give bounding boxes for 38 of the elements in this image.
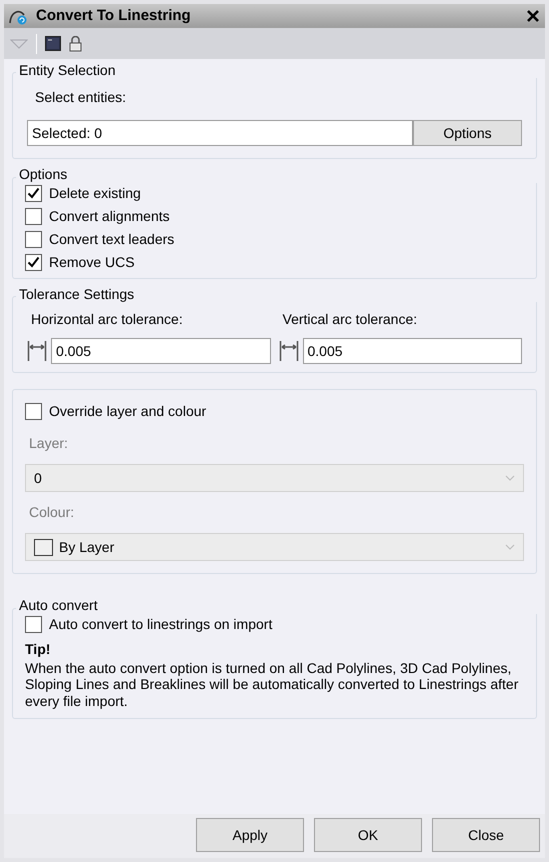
- group-label: Options: [16, 167, 537, 183]
- caret-icon: [505, 475, 515, 482]
- checkbox[interactable]: [25, 230, 42, 248]
- field-label: Horizontal arc tolerance:: [31, 310, 184, 330]
- checkbox-label: Delete existing: [49, 184, 141, 203]
- tip-title: Tip!: [25, 640, 52, 659]
- options-button[interactable]: Options: [413, 120, 522, 146]
- dialog-button[interactable]: Apply: [196, 818, 304, 852]
- checkbox-label: Convert alignments: [49, 206, 170, 226]
- width-icon: [27, 339, 47, 364]
- selection-field[interactable]: Selected: 0: [27, 120, 413, 146]
- tip-text: When the auto convert option is turned on all Cad Polylines, 3D Cad Polylines, Sloping Lines and Breaklines will be automatically converted to Linestrings after every file import.: [25, 660, 520, 710]
- field-label: Layer:: [29, 434, 69, 454]
- width-icon: [278, 339, 298, 364]
- checkbox[interactable]: [25, 254, 42, 271]
- tolerance-field[interactable]: 0.005: [302, 338, 522, 364]
- dialog-button[interactable]: OK: [314, 818, 422, 852]
- window-title: Convert To Linestring: [36, 6, 192, 26]
- group-label: Auto convert: [16, 598, 537, 614]
- field-label: Colour:: [29, 503, 76, 522]
- lock-icon[interactable]: [69, 36, 82, 52]
- tolerance-field[interactable]: 0.005: [51, 338, 270, 364]
- swatch-icon: [34, 538, 53, 556]
- checkbox[interactable]: [25, 208, 42, 225]
- dialog-button[interactable]: Close: [432, 818, 540, 852]
- caret-icon: [505, 544, 515, 550]
- checkbox-label: Override layer and colour: [49, 402, 206, 422]
- checkbox[interactable]: [25, 616, 42, 633]
- checkbox-label: Auto convert to linestrings on import: [49, 614, 272, 634]
- group-label: Tolerance Settings: [16, 286, 537, 302]
- checkbox-label: Convert text leaders: [49, 230, 174, 249]
- checkbox[interactable]: [25, 184, 42, 202]
- checkbox[interactable]: [25, 403, 42, 420]
- close-icon[interactable]: [527, 10, 539, 22]
- group-label: Entity Selection: [16, 63, 537, 78]
- checkbox-label: Remove UCS: [49, 252, 135, 272]
- field-label: Vertical arc tolerance:: [282, 310, 418, 330]
- field-label: Select entities:: [35, 88, 128, 108]
